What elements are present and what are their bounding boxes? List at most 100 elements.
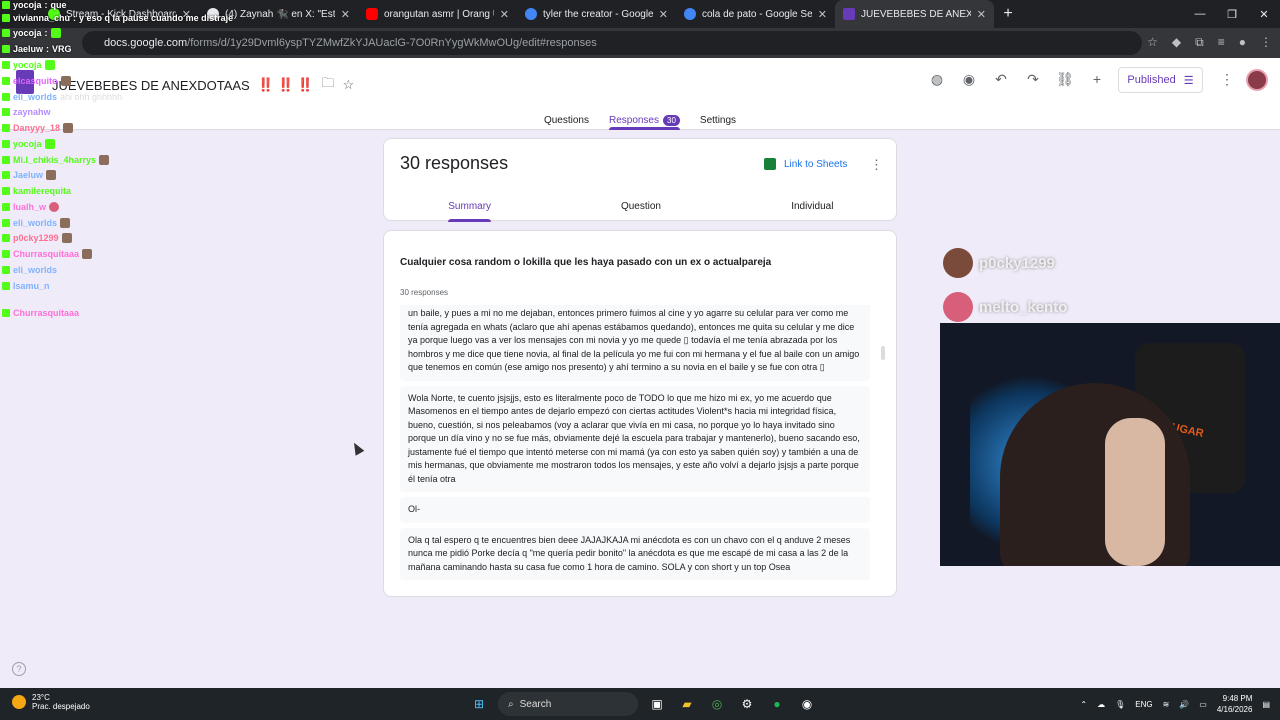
- profile-icon[interactable]: ●: [1239, 35, 1246, 50]
- kick-badge-icon: [2, 250, 10, 258]
- kick-badge-icon: [2, 1, 10, 9]
- tab-questions[interactable]: Questions: [544, 110, 589, 130]
- tab-label: Questions: [543, 114, 589, 126]
- link-to-sheets-button[interactable]: Link to Sheets: [764, 158, 847, 170]
- responses-menu-icon[interactable]: ⋮: [870, 157, 883, 173]
- bookmark-star-icon[interactable]: ☆: [1147, 35, 1158, 50]
- emote-icon: [44, 139, 55, 149]
- spotify-icon[interactable]: ●: [766, 693, 788, 715]
- more-options-icon[interactable]: ⋮: [1220, 71, 1234, 88]
- new-tab-button[interactable]: +: [994, 0, 1022, 28]
- close-icon[interactable]: ✕: [341, 8, 350, 21]
- chevron-up-icon[interactable]: ⌃: [1080, 700, 1087, 709]
- scrollbar[interactable]: [881, 346, 885, 360]
- header-actions: ◍ ◉ ↶ ↷ ⛓ +: [928, 71, 1106, 88]
- close-icon[interactable]: ✕: [500, 8, 509, 21]
- file-explorer-icon[interactable]: ▰: [676, 693, 698, 715]
- restore-icon[interactable]: ❐: [1216, 0, 1248, 28]
- chat-message: elcasquito: [2, 76, 71, 86]
- chat-message: yocoja:: [2, 28, 61, 38]
- link-icon[interactable]: ⛓: [1056, 71, 1074, 88]
- subtab-individual[interactable]: Individual: [727, 199, 898, 222]
- puzzle-icon[interactable]: ⧉: [1195, 35, 1204, 50]
- kick-badge-icon: [2, 29, 10, 37]
- volume-icon[interactable]: 🔊: [1179, 700, 1189, 709]
- windows-start-icon[interactable]: ⊞: [468, 693, 490, 715]
- chat-user: vivianna_chu: [13, 13, 71, 23]
- chat-message: kamilerequita: [2, 186, 71, 196]
- chat-user: eli_worlds: [13, 92, 58, 102]
- chat-message: Jaeluw: VRG: [2, 44, 72, 54]
- close-window-icon[interactable]: ✕: [1248, 0, 1280, 28]
- wifi-icon[interactable]: ≋: [1163, 700, 1170, 709]
- kick-badge-icon: [2, 171, 10, 179]
- chat-user: Jaeluw: [13, 170, 44, 180]
- tab-google-cola[interactable]: cola de pato - Google Search ✕: [676, 0, 835, 28]
- task-view-icon[interactable]: ▣: [646, 693, 668, 715]
- star-icon[interactable]: ☆: [343, 77, 355, 93]
- weather-temp: 23°C: [32, 693, 50, 702]
- stream-alert-user: melto_kento: [943, 292, 1067, 322]
- chrome-icon[interactable]: ◎: [706, 693, 728, 715]
- help-icon[interactable]: ?: [12, 662, 26, 676]
- chat-user: Mi.l_chikis_4harrys: [13, 155, 97, 165]
- tab-google-tyler[interactable]: tyler the creator - Google Searc ✕: [517, 0, 676, 28]
- tab-responses[interactable]: Responses 30: [608, 110, 680, 130]
- subtab-question[interactable]: Question: [555, 199, 726, 222]
- language-indicator[interactable]: ENG: [1135, 700, 1152, 709]
- chat-message: yocoja: que: [2, 0, 67, 10]
- media-icon[interactable]: ≡: [1218, 35, 1225, 50]
- kick-badge-icon: [2, 124, 10, 132]
- youtube-favicon-icon: [366, 8, 378, 20]
- close-icon[interactable]: ✕: [659, 8, 668, 21]
- url-omnibox[interactable]: docs.google.com /forms/d/1y29Dvml6yspTYZ…: [82, 31, 1142, 55]
- tab-settings[interactable]: Settings: [700, 110, 736, 130]
- avatar[interactable]: [1246, 69, 1268, 91]
- chat-message: Churrasquitaaa: [2, 249, 93, 259]
- clock-time: 9:48 PM: [1222, 694, 1253, 703]
- weather-widget[interactable]: 23°C Prac. despejado: [12, 693, 90, 711]
- chat-message: Churrasquitaaa: [2, 308, 79, 318]
- published-button[interactable]: Published ☰: [1118, 67, 1203, 93]
- subtab-summary[interactable]: Summary: [384, 199, 555, 222]
- form-title-emoji: ‼️ ‼️ ‼️: [257, 77, 314, 92]
- undo-icon[interactable]: ↶: [992, 71, 1010, 88]
- stream-chat-overlay: yocoja: que vivianna_chu: y eso q la pause…: [0, 0, 240, 330]
- mic-icon[interactable]: 🎙: [1115, 700, 1125, 709]
- emote-icon: [46, 170, 57, 180]
- chat-user: Danyyy_18: [13, 123, 61, 133]
- extension-icon[interactable]: ◆: [1172, 35, 1181, 50]
- google-favicon-icon: [684, 8, 696, 20]
- stream-username: melto_kento: [979, 298, 1068, 316]
- answer-item: Wola Norte, te cuento jsjsjjs, esto es l…: [400, 385, 870, 492]
- chat-message: eli_worlds: [2, 218, 71, 228]
- chat-user: yocoja: [13, 60, 42, 70]
- obs-icon[interactable]: ◉: [796, 693, 818, 715]
- chat-text: ahi ohh ghhhhh: [60, 92, 123, 102]
- menu-icon[interactable]: ⋮: [1260, 35, 1272, 50]
- emote-icon: [60, 76, 71, 86]
- add-collaborator-icon[interactable]: +: [1088, 71, 1106, 88]
- link-to-sheets-label: Link to Sheets: [784, 158, 848, 170]
- battery-icon[interactable]: ▭: [1199, 700, 1207, 709]
- chat-user: kamilerequita: [13, 186, 72, 196]
- minimize-icon[interactable]: —: [1184, 0, 1216, 28]
- preview-eye-icon[interactable]: ◉: [960, 71, 978, 88]
- redo-icon[interactable]: ↷: [1024, 71, 1042, 88]
- tab-title: tyler the creator - Google Searc: [543, 8, 653, 20]
- clock[interactable]: 9:48 PM 4/16/2026: [1217, 693, 1253, 715]
- close-icon[interactable]: ✕: [977, 8, 986, 21]
- kick-badge-icon: [2, 61, 10, 69]
- tab-youtube[interactable]: orangutan asmr | Orang Utan A ✕: [358, 0, 517, 28]
- folder-icon[interactable]: 🗀: [322, 74, 335, 96]
- palette-icon[interactable]: ◍: [928, 71, 946, 88]
- chat-user: eli_worlds: [13, 218, 58, 228]
- notifications-icon[interactable]: ▤: [1262, 700, 1270, 709]
- tab-forms-active[interactable]: JUEVEBEBES DE ANEXDOTAASI ✕: [835, 0, 994, 28]
- stream-username: p0cky1299: [979, 254, 1055, 272]
- answers-list[interactable]: un baile, y pues a mi no me dejaban, ent…: [400, 305, 870, 595]
- taskbar-search[interactable]: ⌕ Search: [498, 692, 638, 716]
- cloud-icon[interactable]: ☁: [1097, 700, 1105, 709]
- settings-gear-icon[interactable]: ⚙: [736, 693, 758, 715]
- close-icon[interactable]: ✕: [818, 8, 827, 21]
